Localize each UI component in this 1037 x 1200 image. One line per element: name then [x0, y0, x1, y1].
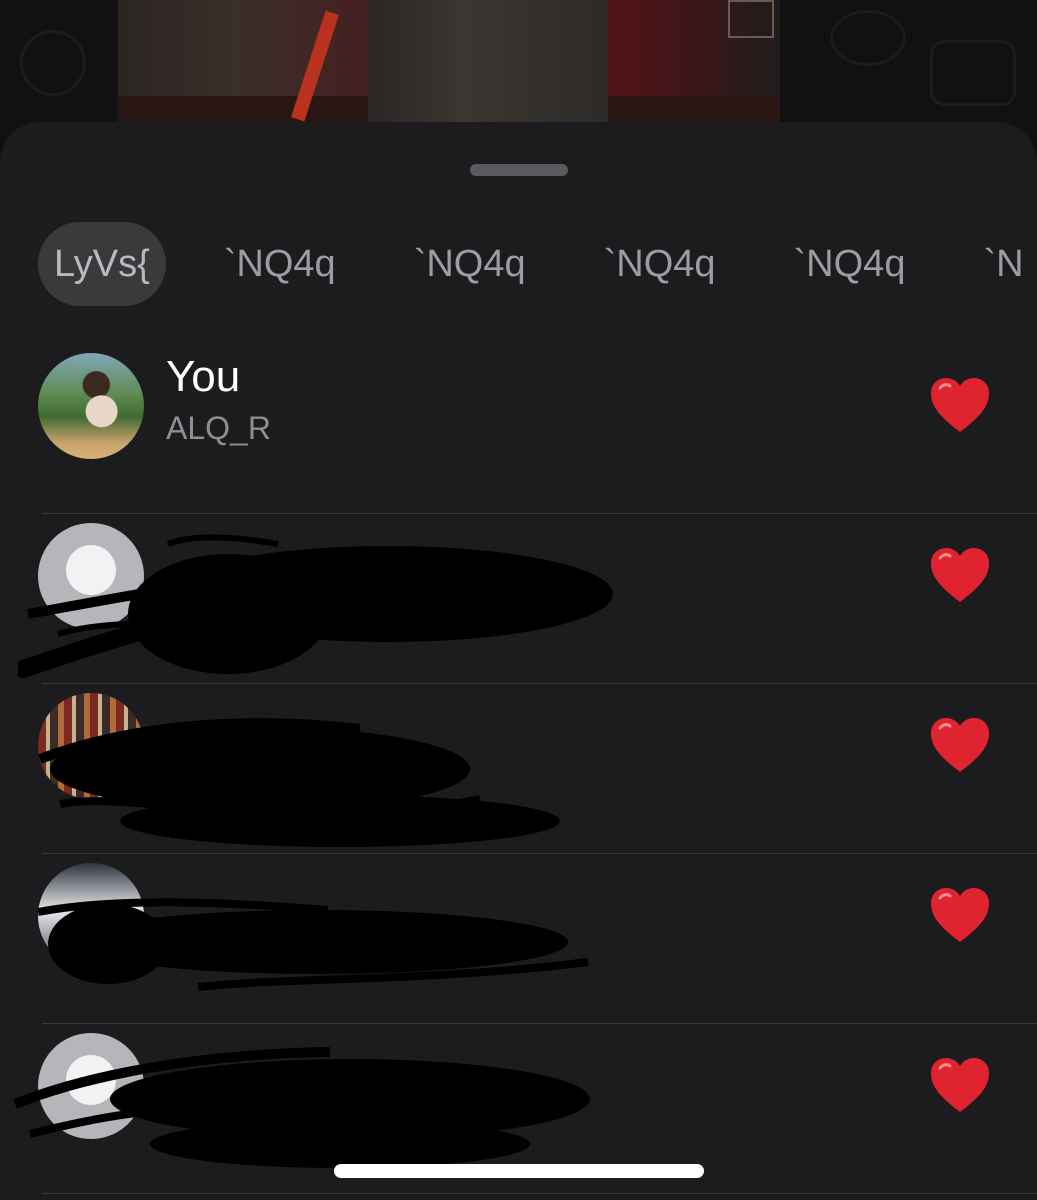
reaction-filter-tabs: LyVs{ `NQ4q `NQ4q `NQ4q `NQ4q `N	[0, 222, 1037, 306]
tab-all-reactions[interactable]: LyVs{	[38, 222, 166, 306]
red-heart-icon	[931, 718, 989, 772]
reaction-row[interactable]: You ALQ_R	[0, 344, 1037, 514]
avatar[interactable]	[38, 353, 144, 459]
tab-reaction[interactable]: `NQ4q	[224, 222, 336, 306]
reaction-row[interactable]	[0, 684, 1037, 854]
avatar[interactable]	[38, 523, 144, 629]
avatar[interactable]	[38, 693, 144, 799]
red-heart-icon	[931, 888, 989, 942]
wallpaper-doodle	[830, 10, 906, 66]
red-heart-icon	[931, 548, 989, 602]
avatar[interactable]	[38, 1033, 144, 1139]
red-heart-icon	[931, 378, 989, 432]
wallpaper-doodle	[20, 30, 86, 96]
story-media-preview[interactable]	[118, 0, 780, 122]
home-indicator[interactable]	[334, 1164, 704, 1178]
preview-window	[728, 0, 774, 38]
tab-reaction[interactable]: `NQ4q	[604, 222, 716, 306]
reaction-list: You ALQ_R	[0, 344, 1037, 1194]
tab-reaction[interactable]: `NQ4q	[794, 222, 906, 306]
sheet-grabber[interactable]	[470, 164, 568, 176]
reactor-name: You	[166, 352, 241, 401]
reaction-row[interactable]	[0, 854, 1037, 1024]
preview-person	[368, 0, 608, 122]
reactions-sheet: LyVs{ `NQ4q `NQ4q `NQ4q `NQ4q `N You ALQ…	[0, 122, 1037, 1200]
tab-reaction[interactable]: `NQ4q	[414, 222, 526, 306]
avatar[interactable]	[38, 863, 144, 969]
row-divider	[42, 1193, 1037, 1194]
reaction-row[interactable]	[0, 514, 1037, 684]
reactor-username: ALQ_R	[166, 410, 271, 446]
red-heart-icon	[931, 1058, 989, 1112]
wallpaper-doodle	[930, 40, 1016, 106]
tab-reaction[interactable]: `N	[983, 222, 1023, 306]
